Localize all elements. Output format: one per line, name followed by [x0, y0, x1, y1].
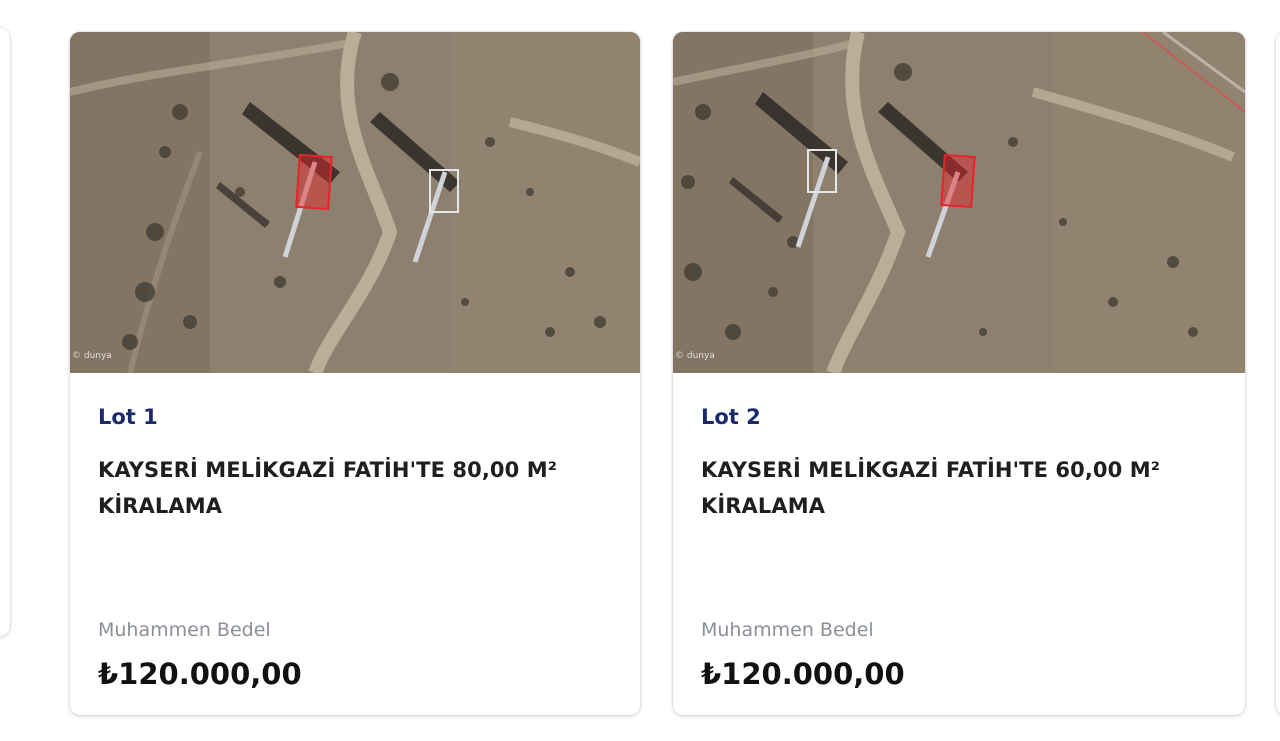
map-credit: © dunya	[675, 351, 715, 361]
price-label: Muhammen Bedel	[701, 619, 874, 641]
lot-title[interactable]: KAYSERİ MELİKGAZİ FATİH'TE 60,00 M² KİRA…	[701, 452, 1201, 524]
lot-number: Lot 2	[701, 405, 761, 429]
lot-carousel: © dunya Lot 1 KAYSERİ MELİKGAZİ FATİH'TE…	[0, 0, 1280, 741]
lot-number: Lot 1	[98, 405, 158, 429]
map-credit: © dunya	[72, 351, 112, 361]
previous-lot-card[interactable]	[0, 28, 10, 636]
satellite-map-graphic	[70, 32, 640, 373]
price-value: ₺120.000,00	[98, 657, 302, 691]
next-lot-card[interactable]	[1276, 32, 1280, 715]
lot-card-2[interactable]: © dunya Lot 2 KAYSERİ MELİKGAZİ FATİH'TE…	[673, 32, 1245, 715]
satellite-map-graphic	[673, 32, 1245, 373]
lot-title[interactable]: KAYSERİ MELİKGAZİ FATİH'TE 80,00 M² KİRA…	[98, 452, 598, 524]
price-value: ₺120.000,00	[701, 657, 905, 691]
satellite-map-image: © dunya	[673, 32, 1245, 373]
satellite-map-image: © dunya	[70, 32, 640, 373]
price-label: Muhammen Bedel	[98, 619, 271, 641]
lot-card-1[interactable]: © dunya Lot 1 KAYSERİ MELİKGAZİ FATİH'TE…	[70, 32, 640, 715]
